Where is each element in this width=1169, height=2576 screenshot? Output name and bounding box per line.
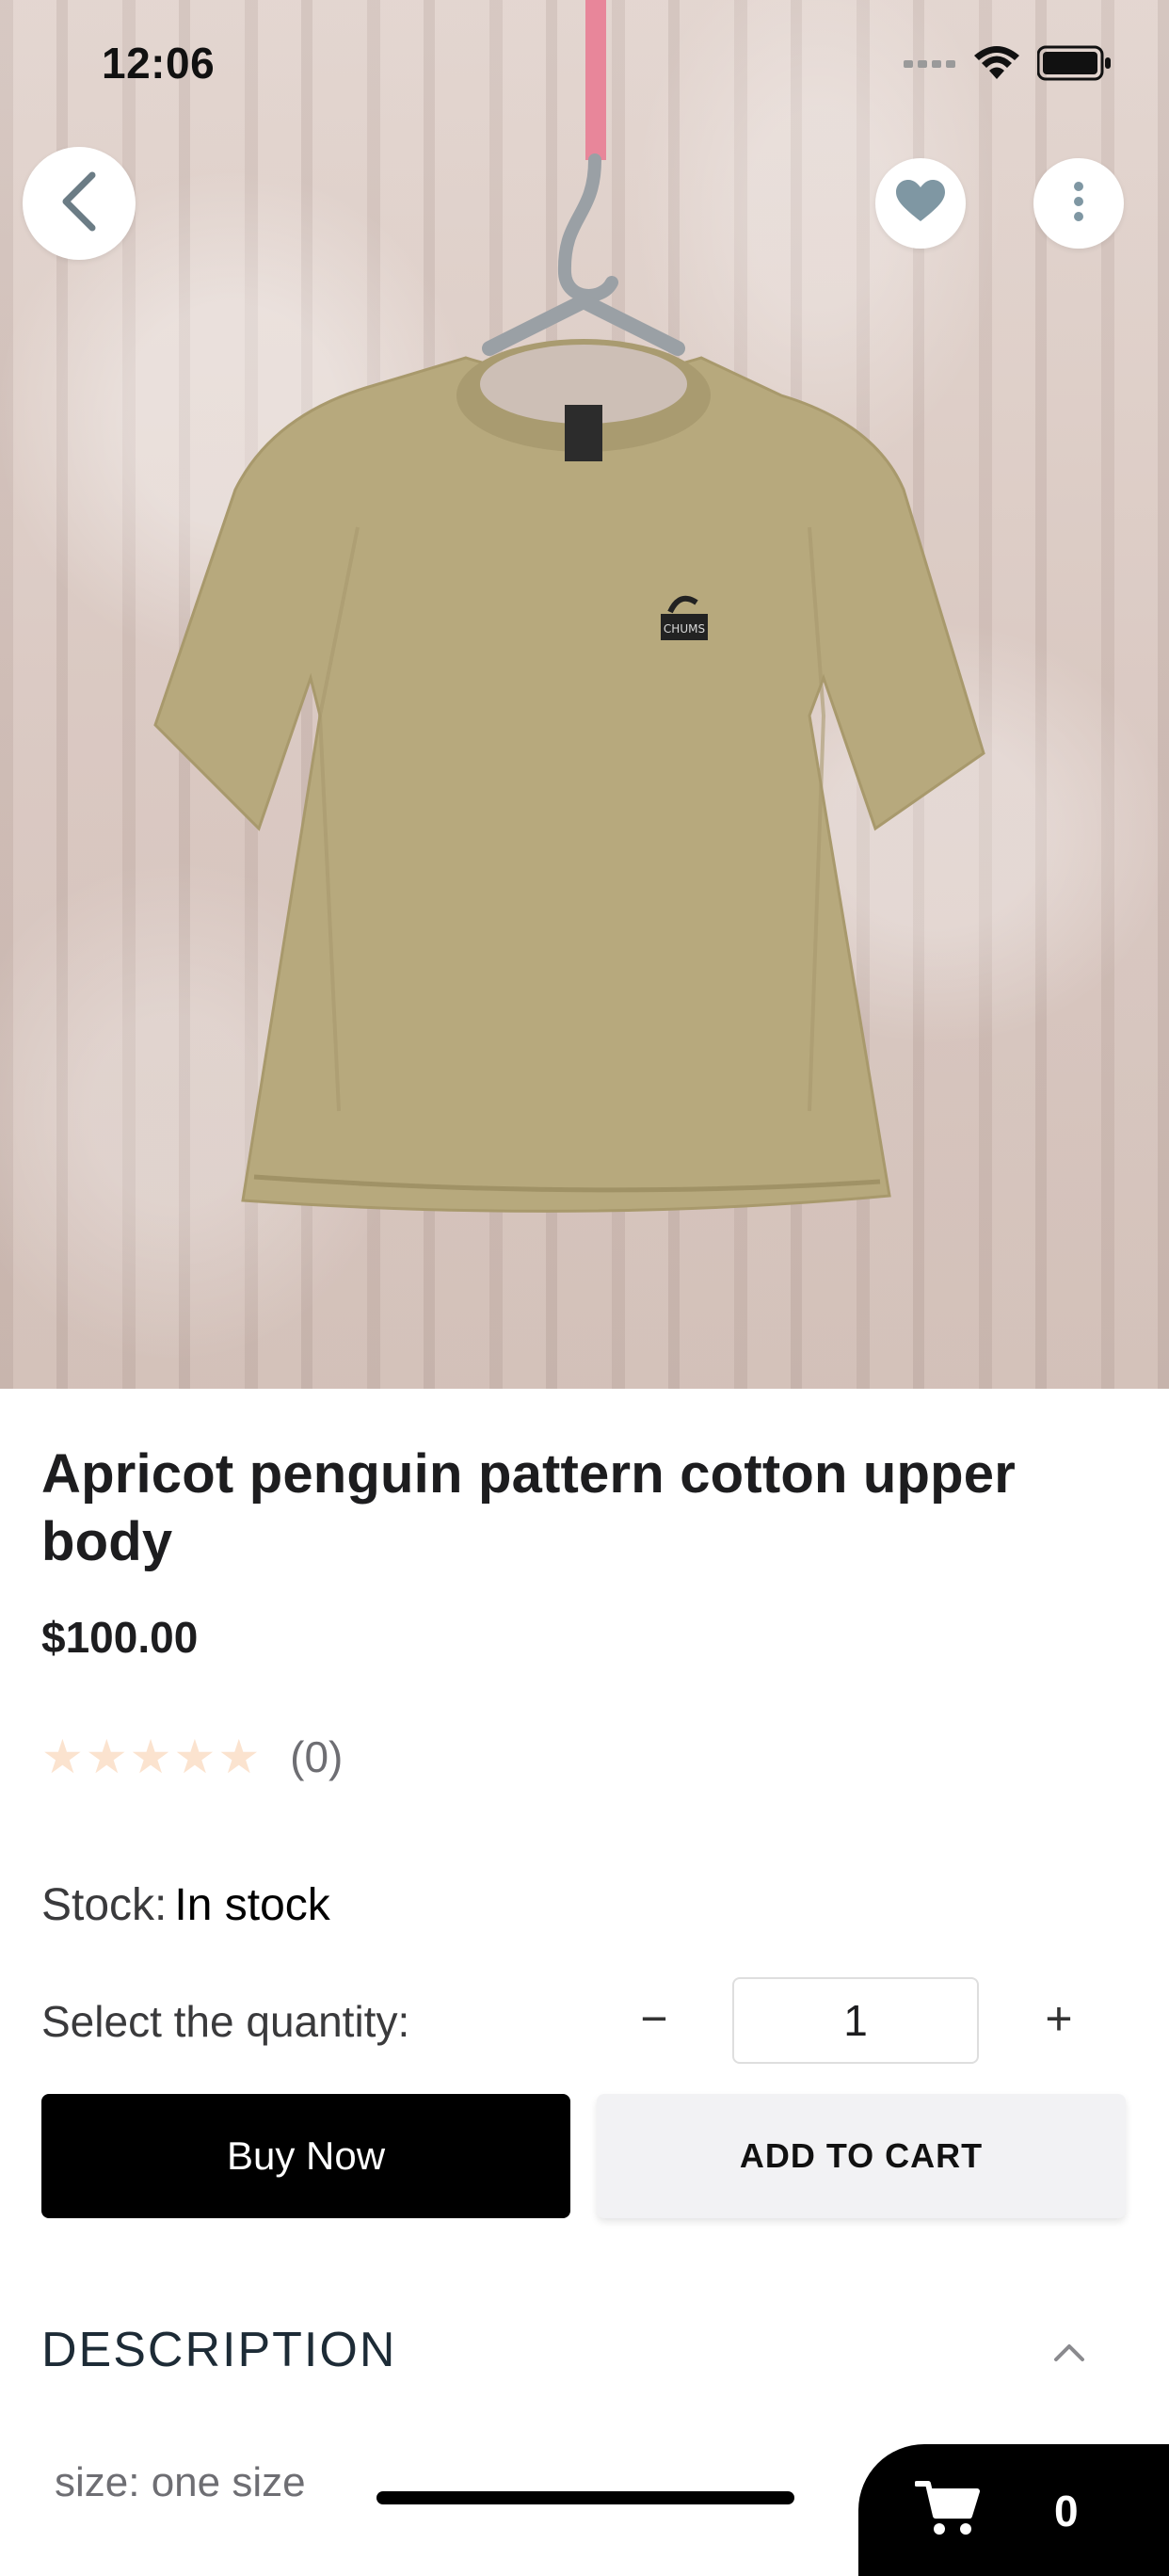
- stock-status: Stock: In stock: [41, 1879, 330, 1931]
- star-icon: ★: [41, 1731, 84, 1783]
- description-text: size: one size: [55, 2459, 306, 2505]
- battery-icon: [1036, 45, 1113, 86]
- hanger-hook: [557, 153, 618, 302]
- shirt-tag: [565, 405, 602, 461]
- quantity-decrease-button[interactable]: −: [621, 1981, 687, 2056]
- star-icon: ★: [85, 1731, 128, 1783]
- hanger-ribbon: [585, 0, 606, 160]
- chevron-up-icon[interactable]: [1050, 2333, 1088, 2371]
- stock-value: In stock: [174, 1880, 330, 1930]
- status-time: 12:06: [102, 39, 216, 88]
- product-price: $100.00: [41, 1613, 199, 1662]
- favorite-button[interactable]: [875, 158, 966, 249]
- status-icons: [904, 45, 1113, 86]
- product-image[interactable]: CHUMS 12:06: [0, 0, 1169, 1389]
- quantity-label: Select the quantity:: [41, 1997, 410, 2046]
- t-shirt-photo: CHUMS: [153, 0, 985, 1213]
- product-rating[interactable]: ★ ★ ★ ★ ★ (0): [41, 1729, 343, 1785]
- product-title: Apricot penguin pattern cotton upper bod…: [41, 1443, 1017, 1572]
- star-icon: ★: [129, 1731, 172, 1783]
- signal-icon: [904, 56, 956, 75]
- cart-count: 0: [1054, 2487, 1079, 2536]
- stock-label: Stock:: [41, 1880, 168, 1930]
- add-to-cart-button[interactable]: ADD TO CART: [597, 2094, 1126, 2218]
- heart-icon: [896, 179, 945, 228]
- rating-count: (0): [290, 1732, 344, 1781]
- quantity-increase-button[interactable]: +: [1026, 1981, 1092, 2056]
- floating-cart-button[interactable]: 0: [858, 2444, 1169, 2576]
- cart-icon: [914, 2480, 981, 2541]
- description-heading[interactable]: DESCRIPTION: [41, 2322, 396, 2378]
- wifi-icon: [973, 45, 1020, 86]
- star-icon: ★: [217, 1731, 261, 1783]
- shirt-body: [153, 356, 985, 1213]
- quantity-input[interactable]: 1: [732, 1977, 979, 2064]
- buy-now-button[interactable]: Buy Now: [41, 2094, 570, 2218]
- more-button[interactable]: [1033, 158, 1124, 249]
- more-vertical-icon: [1073, 181, 1084, 227]
- back-button[interactable]: [23, 147, 136, 260]
- shirt-logo-text: CHUMS: [664, 622, 705, 636]
- star-icon: ★: [173, 1731, 216, 1783]
- home-indicator[interactable]: [376, 2491, 794, 2504]
- chevron-left-icon: [58, 171, 100, 236]
